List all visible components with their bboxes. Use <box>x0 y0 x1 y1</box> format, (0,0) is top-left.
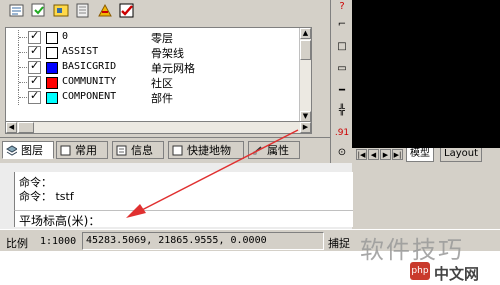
layer-visible-checkbox[interactable] <box>28 59 41 74</box>
tab-label: 图层 <box>21 144 43 157</box>
layer-toolbar <box>0 0 330 26</box>
tab-common[interactable]: 常用 <box>56 141 108 159</box>
layer-row[interactable]: COMPONENT 部件 <box>6 89 301 105</box>
layer-visible-checkbox[interactable] <box>28 74 41 89</box>
layer-tools-icon[interactable] <box>8 2 26 20</box>
draw-tool-strip: ? ⌐ □ ▭ ━ ╬ .91 ⊙ <box>330 0 353 165</box>
coordinate-readout: 45283.5069, 21865.9555, 0.0000 <box>86 235 267 246</box>
tab-properties[interactable]: 属性 <box>248 141 300 159</box>
layer-name: BASICGRID <box>62 61 117 72</box>
layer-name: COMMUNITY <box>62 76 117 87</box>
layer-name: COMPONENT <box>62 91 117 102</box>
tree-line <box>18 90 27 105</box>
layer-list-vscroll[interactable]: ▲ ▼ <box>299 28 311 122</box>
tool-button[interactable]: □ <box>334 40 350 54</box>
tool-button[interactable]: ? <box>334 0 350 14</box>
tree-line <box>18 30 27 45</box>
layer-visible-checkbox[interactable] <box>28 44 41 59</box>
property-icon <box>252 146 262 155</box>
tool-button[interactable]: ⊙ <box>334 146 350 160</box>
layer-previous-icon[interactable] <box>74 2 92 20</box>
tab-label: 信息 <box>131 144 153 157</box>
scale-label: 比例 <box>6 237 28 250</box>
layer-description: 骨架线 <box>151 47 184 60</box>
info-icon <box>116 145 127 156</box>
command-history-line: 命令： tstf <box>19 190 74 203</box>
scale-value[interactable]: 1:1000 <box>40 236 76 247</box>
watermark-site: 中文网 <box>434 265 480 283</box>
tab-label: 快捷地物 <box>187 144 231 157</box>
tab-label: 常用 <box>75 144 97 157</box>
scroll-up-icon[interactable]: ▲ <box>300 28 311 39</box>
tab-shortcut-features[interactable]: 快捷地物 <box>168 141 244 159</box>
tree-line <box>18 60 27 75</box>
layers-icon <box>6 145 17 156</box>
tab-label: 属性 <box>267 144 289 157</box>
common-icon <box>60 145 71 156</box>
tab-layout[interactable]: Layout <box>440 148 482 162</box>
cad-window: 0 零层 ASSIST 骨架线 BASICGRID 单元网格 <box>0 0 500 285</box>
last-tab-icon[interactable]: ▶| <box>392 149 403 160</box>
tool-button[interactable]: ╬ <box>334 104 350 118</box>
layer-name: ASSIST <box>62 46 99 57</box>
palette-tab-bar: 图层 常用 信息 快捷地物 属性 <box>0 137 330 164</box>
layer-row[interactable]: COMMUNITY 社区 <box>6 74 301 90</box>
layer-color-swatch[interactable] <box>46 92 58 104</box>
coordinate-box: 45283.5069, 21865.9555, 0.0000 <box>82 232 324 250</box>
layer-color-swatch[interactable] <box>46 47 58 59</box>
scroll-left-icon[interactable]: ◀ <box>6 122 17 133</box>
layout-tab-bar: |◀ ◀ ▶ ▶| 模型 Layout <box>352 148 500 162</box>
layer-list-hscroll[interactable]: ◀ ▶ <box>5 121 312 134</box>
layer-state-icon[interactable] <box>30 2 48 20</box>
scroll-thumb[interactable] <box>300 40 311 60</box>
tree-line <box>18 75 27 90</box>
layer-description: 单元网格 <box>151 62 195 75</box>
layer-visible-checkbox[interactable] <box>28 89 41 104</box>
command-input[interactable]: 平场标高(米)： <box>14 210 353 228</box>
layer-row[interactable]: ASSIST 骨架线 <box>6 44 301 60</box>
layer-description: 部件 <box>151 92 173 105</box>
hscroll-thumb[interactable] <box>18 122 34 133</box>
drawing-canvas[interactable] <box>352 0 500 148</box>
scroll-right-icon[interactable]: ▶ <box>300 122 311 133</box>
first-tab-icon[interactable]: |◀ <box>356 149 367 160</box>
layer-row[interactable]: 0 零层 <box>6 29 301 45</box>
tree-line <box>18 45 27 60</box>
layer-visible-checkbox[interactable] <box>28 29 41 44</box>
command-prompt: 平场标高(米)： <box>19 214 101 228</box>
layer-list: 0 零层 ASSIST 骨架线 BASICGRID 单元网格 <box>5 27 312 123</box>
layer-color-swatch[interactable] <box>46 32 58 44</box>
prev-tab-icon[interactable]: ◀ <box>368 149 379 160</box>
layer-isolate-icon[interactable] <box>96 2 114 20</box>
next-tab-icon[interactable]: ▶ <box>380 149 391 160</box>
tool-button[interactable]: ⌐ <box>334 18 350 32</box>
layer-props-icon[interactable] <box>52 2 70 20</box>
tool-button[interactable]: ▭ <box>334 62 350 76</box>
layer-row[interactable]: BASICGRID 单元网格 <box>6 59 301 75</box>
tool-button[interactable]: .91 <box>334 126 350 140</box>
watermark-text: 软件技巧 <box>360 236 464 264</box>
command-history: 命令： 命令： tstf <box>14 172 353 210</box>
layer-name: 0 <box>62 31 69 42</box>
watermark-badge: php <box>410 262 430 280</box>
tab-info[interactable]: 信息 <box>112 141 164 159</box>
snap-toggle[interactable]: 捕捉 <box>328 235 350 251</box>
tab-model[interactable]: 模型 <box>406 148 434 162</box>
layer-check-icon[interactable] <box>118 2 136 20</box>
layer-color-swatch[interactable] <box>46 62 58 74</box>
layer-color-swatch[interactable] <box>46 77 58 89</box>
tab-layers[interactable]: 图层 <box>2 141 54 159</box>
layer-description: 零层 <box>151 32 173 45</box>
tool-button[interactable]: ━ <box>334 84 350 98</box>
layer-description: 社区 <box>151 77 173 90</box>
shortcut-icon <box>172 145 183 156</box>
